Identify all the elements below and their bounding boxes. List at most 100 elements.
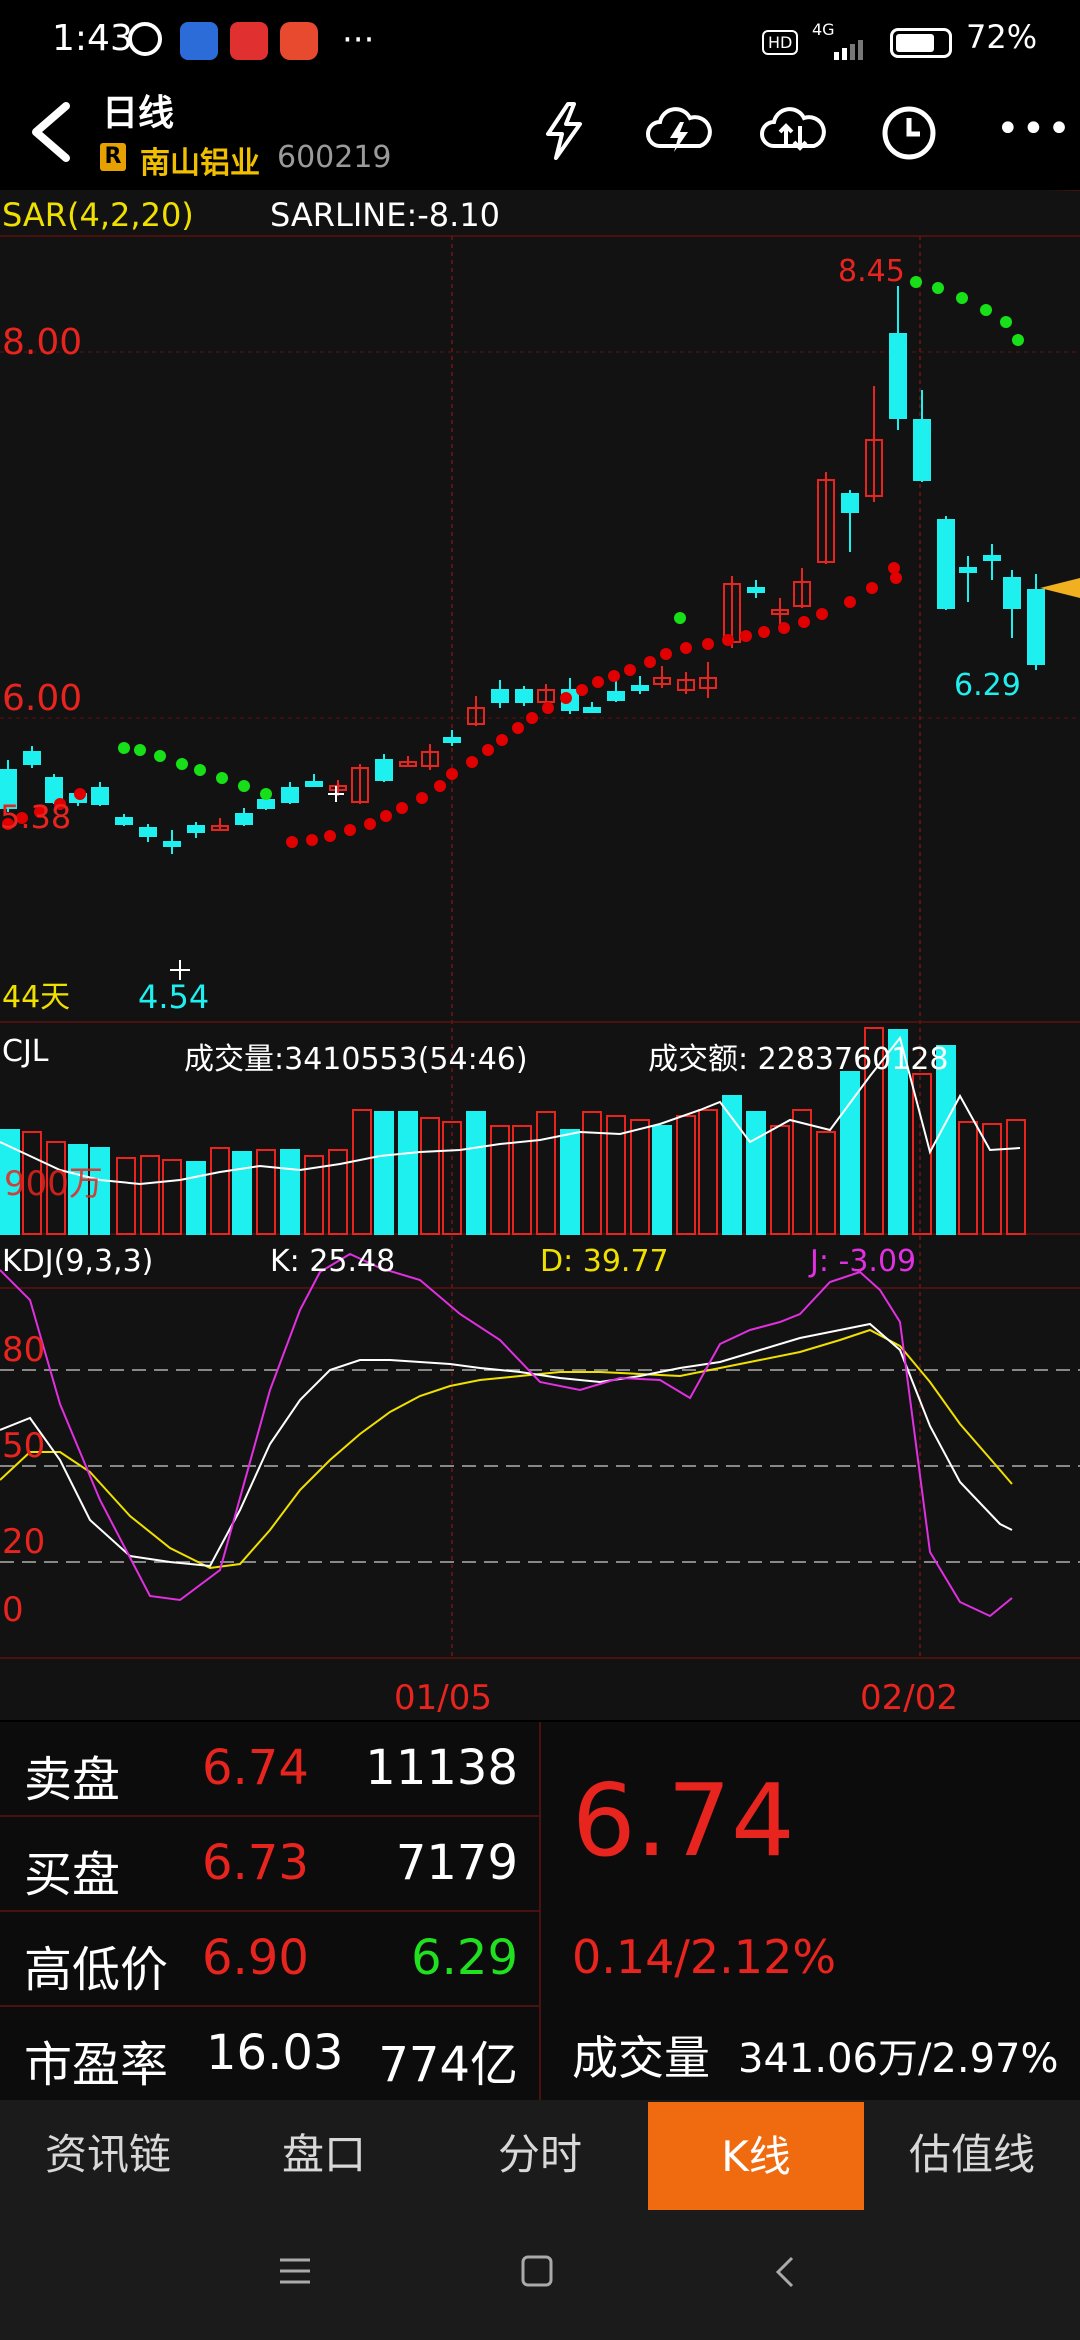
sar-dot (592, 676, 604, 688)
candle-body (913, 419, 931, 481)
system-nav-bar (0, 2210, 1080, 2340)
sar-dot (74, 788, 86, 800)
volume-bar (210, 1147, 230, 1235)
candle-body (747, 587, 765, 593)
volume-bar (186, 1161, 206, 1235)
volume-text: 成交量:3410553(54:46) (184, 1042, 528, 1077)
volume-bar (840, 1071, 860, 1235)
sell-volume: 11138 (365, 1740, 518, 1796)
sar-dot (674, 612, 686, 624)
candle-body (1027, 589, 1045, 665)
market-cap: 774亿 (378, 2037, 518, 2093)
sar-dot (446, 768, 458, 780)
buy-label: 买盘 (24, 1847, 121, 1903)
menu-icon[interactable] (278, 2256, 312, 2286)
sar-dot (624, 664, 636, 676)
candle-body (959, 567, 977, 573)
volume-bar (140, 1155, 160, 1235)
y-label-8: 8.00 (2, 322, 83, 363)
sar-dot (118, 742, 130, 754)
sar-dot (932, 282, 944, 294)
total-volume-value: 341.06万/2.97% (738, 2036, 1059, 2082)
cloud-flash-icon[interactable] (646, 106, 712, 156)
volume-bar (466, 1111, 486, 1235)
sar-dot (722, 634, 734, 646)
sar-dot (260, 788, 272, 800)
kdj-label: KDJ(9,3,3) (2, 1244, 154, 1279)
sar-dot (798, 616, 810, 628)
high-price-label: 8.45 (838, 254, 905, 289)
lightning-icon[interactable] (538, 100, 590, 162)
price-change: 0.14/2.12% (572, 1930, 837, 1984)
volume-bar (816, 1131, 836, 1235)
back-icon[interactable] (22, 100, 78, 164)
volume-bar (652, 1125, 672, 1235)
volume-bar (442, 1121, 462, 1235)
battery-percent: 72% (966, 18, 1038, 56)
alarm-icon (128, 22, 162, 56)
candle-body (281, 787, 299, 803)
volume-bar (232, 1151, 252, 1235)
kdj-d-value: D: 39.77 (540, 1244, 669, 1279)
sar-dot (680, 642, 692, 654)
candle-body (187, 825, 205, 833)
volume-bar (792, 1109, 812, 1235)
sar-dot (364, 818, 376, 830)
volume-bar (770, 1125, 790, 1235)
volume-bar (398, 1111, 418, 1235)
sar-dot (910, 276, 922, 288)
tab-kline[interactable]: K线 (648, 2102, 864, 2210)
sar-dot (512, 722, 524, 734)
clock-icon[interactable] (880, 104, 938, 162)
system-back-icon[interactable] (772, 2254, 796, 2290)
sar-dot (396, 802, 408, 814)
page-title: 日线 (102, 93, 175, 134)
volume-bar (676, 1115, 696, 1235)
tab-intraday[interactable]: 分时 (432, 2100, 648, 2210)
sar-dot (576, 684, 588, 696)
kdj-j-value: J: -3.09 (810, 1244, 917, 1279)
status-bar: 1:43 ··· HD 4G 72% (0, 0, 1080, 90)
tab-valuation[interactable]: 估值线 (864, 2100, 1080, 2210)
tab-news-chain[interactable]: 资讯链 (0, 2100, 216, 2210)
sar-dot (154, 750, 166, 762)
cloud-sync-icon[interactable] (760, 106, 826, 156)
volume-bar (280, 1149, 300, 1235)
more-icon[interactable]: ••• (996, 106, 1073, 152)
tab-order-book[interactable]: 盘口 (216, 2100, 432, 2210)
candle-body (115, 817, 133, 825)
buy-row: 买盘 6.73 7179 (0, 1817, 540, 1912)
low-price: 6.29 (411, 1930, 518, 1986)
high-price: 6.90 (202, 1930, 309, 1986)
candle-body (631, 685, 649, 691)
y-label-538: 5.38 (0, 798, 72, 836)
volume-bar (698, 1109, 718, 1235)
candle-body (257, 799, 275, 809)
app-notification-icon (230, 22, 268, 60)
battery-icon (890, 28, 952, 58)
quote-panel: 卖盘 6.74 11138 买盘 6.73 7179 高低价 6.90 6.29… (0, 1722, 1080, 2102)
sar-dot (286, 836, 298, 848)
volume-bar (490, 1125, 510, 1235)
amount-text: 成交额: 2283760128 (648, 1042, 949, 1077)
candle-body (937, 519, 955, 609)
volume-bar (162, 1159, 182, 1235)
buy-price: 6.73 (202, 1835, 309, 1891)
candle-body (305, 781, 323, 787)
volume-bar (420, 1117, 440, 1235)
sar-dot (466, 756, 478, 768)
sar-dot (980, 304, 992, 316)
sar-dot (416, 792, 428, 804)
sar-dot (542, 702, 554, 714)
sar-dot (344, 824, 356, 836)
kdj-d-line (0, 1328, 1013, 1570)
home-icon[interactable] (520, 2254, 554, 2288)
candle-body (583, 707, 601, 713)
sar-dot (608, 670, 620, 682)
signal-icon (812, 38, 872, 60)
volume-bar (560, 1129, 580, 1235)
stock-name: 南山铝业 (140, 146, 260, 181)
kline-chart-panel[interactable]: SAR(4,2,20) SARLINE:-8.10 8.00 6.00 5.38… (0, 190, 1080, 1720)
buy-volume: 7179 (395, 1835, 518, 1891)
volume-bar (630, 1119, 650, 1235)
